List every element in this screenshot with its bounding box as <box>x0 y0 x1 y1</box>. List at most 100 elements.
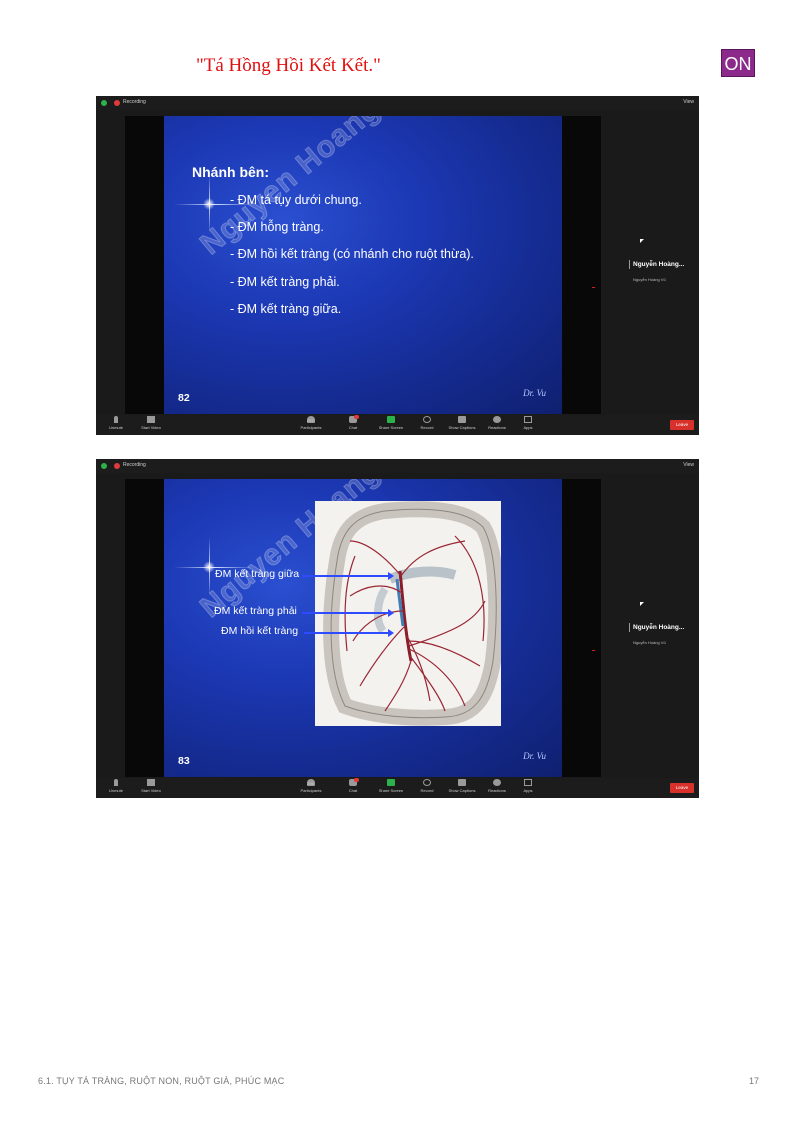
shield-icon <box>101 100 107 106</box>
microphone-muted-icon <box>114 416 118 423</box>
show-captions-label: Show Captions <box>448 788 476 793</box>
record-label: Record <box>420 425 434 430</box>
shield-icon <box>101 463 107 469</box>
slide-signature: Dr. Vu <box>523 751 546 761</box>
record-button[interactable]: Record <box>416 416 438 430</box>
reactions-label: Reactions <box>488 788 506 793</box>
chat-label: Chat <box>348 425 358 430</box>
glare-decoration <box>203 198 215 210</box>
shared-screen: Nguyen Hoang Vu ĐM kết tràng giữa ĐM kết… <box>125 479 601 777</box>
reactions-label: Reactions <box>488 425 506 430</box>
shared-screen: Nguyen Hoang Vu Nhánh bên: - ĐM tá tụy d… <box>125 116 601 414</box>
unmute-button[interactable]: Unmute <box>104 779 128 793</box>
notification-badge <box>354 778 359 782</box>
leave-button[interactable]: Leave <box>670 783 694 793</box>
mnemonic-heading: "Tá Hồng Hồi Kết Kết." <box>196 55 381 76</box>
participant-panel: Nguyễn Hoàng... Nguyễn Hoàng Vũ <box>623 459 699 784</box>
footer-section-title: 6.1. TỤY TÁ TRÀNG, RUỘT NON, RUỘT GIÀ, P… <box>38 1076 285 1086</box>
share-screen-button[interactable]: Share Screen <box>376 416 406 430</box>
recording-label: Recording <box>123 462 146 468</box>
label-middle-colic-artery: ĐM kết tràng giữa <box>215 568 300 580</box>
show-captions-button[interactable]: Show Captions <box>444 416 480 430</box>
mouse-cursor-icon <box>640 602 644 606</box>
participant-divider <box>629 623 630 632</box>
mouse-cursor-icon <box>640 239 644 243</box>
participant-subname: Nguyễn Hoàng Vũ <box>633 640 666 645</box>
video-camera-off-icon <box>147 779 155 786</box>
recording-icon <box>114 463 120 469</box>
apps-icon <box>524 779 532 786</box>
apps-label: Apps <box>523 425 533 430</box>
zoom-screenshot-1: Recording View Nguyen Hoang Vu Nhánh bên… <box>96 96 699 435</box>
slide-82: Nguyen Hoang Vu Nhánh bên: - ĐM tá tụy d… <box>164 116 562 414</box>
participant-divider <box>629 260 630 269</box>
label-ileocolic-artery: ĐM hồi kết tràng <box>221 625 299 637</box>
video-camera-off-icon <box>147 416 155 423</box>
page-number: 17 <box>749 1076 760 1086</box>
start-video-label: Start Video <box>141 788 161 793</box>
participant-name[interactable]: Nguyễn Hoàng... <box>633 261 684 268</box>
apps-icon <box>524 416 532 423</box>
record-icon <box>423 779 431 786</box>
list-item: - ĐM hồi kết tràng (có nhánh cho ruột th… <box>230 247 474 262</box>
on-badge: ON <box>721 49 755 77</box>
share-screen-button[interactable]: Share Screen <box>376 779 406 793</box>
share-screen-label: Share Screen <box>378 788 404 793</box>
apps-label: Apps <box>523 788 533 793</box>
notification-badge <box>354 415 359 419</box>
apps-button[interactable]: Apps <box>518 416 538 430</box>
arrow-middle-colic <box>302 572 394 580</box>
record-icon <box>423 416 431 423</box>
microphone-muted-icon <box>114 779 118 786</box>
label-right-colic-artery: ĐM kết tràng phải <box>214 605 297 617</box>
slide-signature: Dr. Vu <box>523 388 546 398</box>
share-screen-icon <box>387 416 395 423</box>
captions-icon <box>458 416 466 423</box>
chat-button[interactable]: Chat <box>343 415 363 430</box>
reactions-button[interactable]: Reactions <box>485 779 509 793</box>
participant-subname: Nguyễn Hoàng Vũ <box>633 277 666 282</box>
decorative-mark <box>592 650 595 651</box>
reactions-icon <box>493 779 501 786</box>
recording-icon <box>114 100 120 106</box>
slide-title: Nhánh bên: <box>192 164 269 180</box>
list-item: - ĐM kết tràng giữa. <box>230 301 342 316</box>
captions-icon <box>458 779 466 786</box>
apps-button[interactable]: Apps <box>518 779 538 793</box>
zoom-control-bar: Unmute Start Video 297 Participants Chat… <box>96 415 699 435</box>
unmute-button[interactable]: Unmute <box>104 416 128 430</box>
glare-decoration <box>203 561 215 573</box>
slide-number: 82 <box>178 392 190 404</box>
chat-label: Chat <box>348 788 358 793</box>
reactions-button[interactable]: Reactions <box>485 416 509 430</box>
record-button[interactable]: Record <box>416 779 438 793</box>
leave-button[interactable]: Leave <box>670 420 694 430</box>
chat-button[interactable]: Chat <box>343 778 363 793</box>
zoom-screenshot-2: Recording View Nguyen Hoang Vu ĐM kết tr… <box>96 459 699 798</box>
decorative-mark <box>592 287 595 288</box>
participants-count: 296 <box>307 781 314 786</box>
unmute-label: Unmute <box>108 425 123 430</box>
list-item: - ĐM hỗng tràng. <box>230 220 324 235</box>
recording-label: Recording <box>123 99 146 105</box>
participants-count: 297 <box>307 418 314 423</box>
participants-label: Participants <box>300 788 322 793</box>
start-video-button[interactable]: Start Video <box>136 779 166 793</box>
zoom-control-bar: Unmute Start Video 296 Participants Chat… <box>96 778 699 798</box>
participant-name[interactable]: Nguyễn Hoàng... <box>633 624 684 631</box>
participant-panel: Nguyễn Hoàng... Nguyễn Hoàng Vũ <box>623 96 699 421</box>
zoom-top-bar: Recording View <box>96 96 699 110</box>
start-video-button[interactable]: Start Video <box>136 416 166 430</box>
zoom-top-bar: Recording View <box>96 459 699 473</box>
chat-icon <box>349 415 359 423</box>
chat-icon <box>349 778 359 786</box>
participants-button[interactable]: 297 Participants <box>296 416 326 430</box>
share-screen-icon <box>387 779 395 786</box>
arrow-right-colic <box>302 609 394 617</box>
unmute-label: Unmute <box>108 788 123 793</box>
show-captions-button[interactable]: Show Captions <box>444 779 480 793</box>
slide-83: Nguyen Hoang Vu ĐM kết tràng giữa ĐM kết… <box>164 479 562 777</box>
record-label: Record <box>420 788 434 793</box>
participants-button[interactable]: 296 Participants <box>296 779 326 793</box>
participants-label: Participants <box>300 425 322 430</box>
